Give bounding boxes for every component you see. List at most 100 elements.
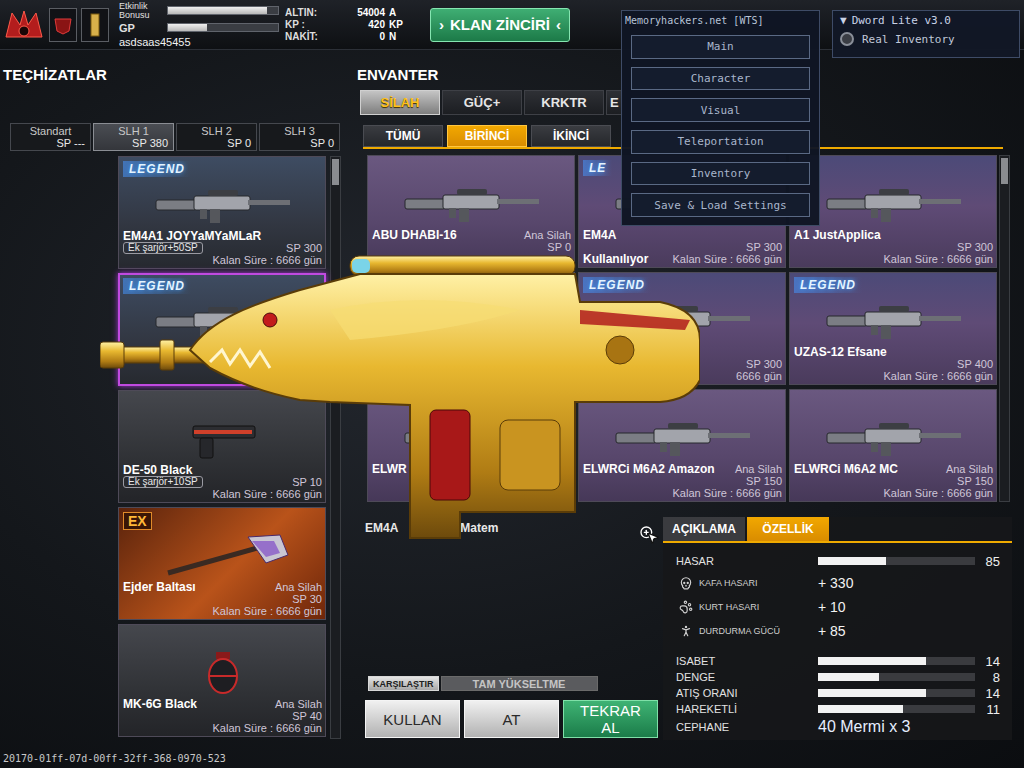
inventory-scrollbar[interactable] — [999, 155, 1010, 502]
item-name-line: ABU DHABI-16Ana Silah — [372, 229, 571, 241]
loadout-tab[interactable]: SLH 2SP 0 — [176, 123, 257, 151]
loadout-tab[interactable]: SLH 3SP 0 — [259, 123, 340, 151]
item-card[interactable]: DE-50 BlackEk şarjör+10SPSP 10Kalan Süre… — [118, 390, 326, 503]
item-card[interactable]: LEGEND — [118, 273, 326, 386]
item-sp-line — [123, 359, 322, 371]
inventory-tab[interactable]: SİLAH — [360, 90, 440, 115]
item-name: DE-50 Black — [123, 464, 192, 476]
selected-item-name: EM4AMatem — [365, 520, 661, 536]
stat-row: DENGE8 — [676, 669, 1000, 685]
weapon-image — [819, 298, 969, 344]
weapon-image — [608, 298, 758, 344]
stat-value: 14 — [975, 654, 1000, 669]
cheat-menu-button[interactable]: Character — [631, 67, 810, 91]
cheat-menu-button[interactable]: Visual — [631, 98, 810, 122]
item-time-line — [372, 253, 571, 265]
game-logo-icon — [4, 7, 44, 43]
stat-value: + 10 — [818, 599, 1000, 615]
loadout-tab[interactable]: StandartSP --- — [10, 123, 91, 151]
action-button[interactable]: AT — [464, 700, 559, 738]
item-time-line: KullanılıyorKalan Süre : 6666 gün — [583, 253, 782, 265]
item-time-line: Kalan Süre : 6666 gün — [583, 487, 782, 499]
item-sp: SP 150 — [957, 475, 993, 487]
cheat-menu-button[interactable]: Main — [631, 35, 810, 59]
item-time: Kalan Süre : 6666 gün — [884, 253, 993, 265]
clan-chain-button[interactable]: ›KLAN ZİNCİRİ‹ — [430, 8, 570, 42]
item-time-line: Kalan Süre : 6666 gün — [794, 253, 993, 265]
item-name-line: Ejder BaltasıAna Silah — [123, 581, 322, 593]
bonus-meter — [167, 6, 279, 15]
item-card[interactable]: LEGENDEM4A1 JOYYaMYaMLaREk şarjör+50SPSP… — [118, 156, 326, 269]
chevron-left-icon: › — [439, 16, 444, 33]
item-card[interactable]: MK-6G BlackAna SilahSP 40Kalan Süre : 66… — [118, 624, 326, 737]
dword-option[interactable]: Real Inventory — [840, 32, 1012, 46]
item-name: ELWRCi M6A2 MC — [794, 463, 898, 475]
inventory-tab[interactable]: GÜÇ+ — [442, 90, 522, 115]
item-card[interactable] — [367, 272, 575, 385]
item-card[interactable]: A1 JustApplicaSP 300Kalan Süre : 6666 gü… — [789, 155, 997, 268]
zoom-button[interactable] — [639, 525, 655, 541]
action-buttons: KULLANATTEKRAR AL — [365, 700, 661, 738]
loadout-tab-label: SLH 2 — [182, 125, 251, 137]
toggle-dot[interactable] — [840, 32, 854, 46]
item-tag: Ek şarjör+50SP — [123, 242, 203, 254]
scroll-thumb[interactable] — [332, 159, 339, 185]
bonus-label: Etkinlik Bonusu — [119, 2, 165, 20]
small-button[interactable]: KARŞILAŞTIR — [368, 676, 439, 691]
stat-label: ISABET — [676, 655, 818, 667]
equipment-scrollbar[interactable] — [330, 156, 341, 739]
gp-meter — [167, 23, 279, 32]
stat-label: HASAR — [676, 555, 818, 567]
item-sp: SP 150 — [746, 475, 782, 487]
inventory-tab[interactable]: KRKTR — [524, 90, 604, 115]
gp-meter-fill — [168, 24, 207, 31]
stat-icon — [679, 576, 693, 590]
weapon-image — [397, 298, 547, 344]
cheat-menu-button[interactable]: Teleportation — [631, 130, 810, 154]
stats-list: HASAR85KAFA HASARI+ 330KURT HASARI+ 10DU… — [663, 543, 1012, 737]
item-sp: SP 300 — [957, 241, 993, 253]
stats-tab[interactable]: ÖZELLİK — [747, 517, 829, 541]
item-image — [372, 295, 571, 346]
action-button[interactable]: KULLAN — [365, 700, 460, 738]
dword-header[interactable]: ▼Dword Lite v3.0 — [840, 14, 1012, 27]
clan-emblem-tile[interactable] — [49, 8, 77, 42]
item-time-line: 6666 gün — [583, 370, 782, 382]
stat-bar — [818, 689, 975, 697]
rank-tile[interactable] — [81, 8, 109, 42]
small-button[interactable]: TAM YÜKSELTME — [441, 676, 598, 691]
item-card[interactable]: EXEjder BaltasıAna SilahSP 30Kalan Süre … — [118, 507, 326, 620]
item-name-line: EM4A — [583, 229, 782, 241]
weapon-slot-tab[interactable]: TÜMÜ — [363, 125, 443, 147]
item-sp: SP 10 — [292, 476, 322, 488]
item-card[interactable]: ELWRCi M6A2 MCAna SilahSP 150Kalan Süre … — [789, 389, 997, 502]
item-sp-line: SP 300 — [794, 241, 993, 253]
stats-tab[interactable]: AÇIKLAMA — [663, 517, 745, 541]
item-name-line: ELWRCi M6A2 MCAna Silah — [794, 463, 993, 475]
item-card[interactable]: ELWR — [367, 389, 575, 502]
item-card[interactable]: LEGENDUZAS-12 EfsaneSP 400Kalan Süre : 6… — [789, 272, 997, 385]
dword-panel: ▼Dword Lite v3.0 Real Inventory — [832, 10, 1020, 58]
cheat-menu-button[interactable]: Save & Load Settings — [631, 193, 810, 217]
cheat-menu-button[interactable]: Inventory — [631, 162, 810, 186]
rarity-badge: LEGEND — [123, 278, 191, 294]
item-card[interactable]: ELWRCi M6A2 AmazonAna SilahSP 150Kalan S… — [578, 389, 786, 502]
stat-bonus-row: DURDURMA GÜCÜ+ 85 — [676, 619, 1000, 643]
stat-bar-fill — [818, 557, 886, 565]
cheat-menu: Memoryhackers.net [WTS] Main Character Visu… — [621, 10, 820, 226]
weapon-slot-tab[interactable]: İKİNCİ — [531, 125, 611, 147]
item-sp-line: Ek şarjör+10SPSP 10 — [123, 476, 322, 488]
item-type: Ana Silah — [524, 229, 571, 241]
item-card[interactable]: LEGENDSP 3006666 gün — [578, 272, 786, 385]
item-name-line: UZAS-12 Efsane — [794, 346, 993, 358]
details-area: EM4AMatemKARŞILAŞTIRTAM YÜKSELTMEKULLANA… — [357, 505, 1024, 740]
weapon-slot-tab[interactable]: BİRİNCİ — [447, 125, 527, 147]
loadout-tab[interactable]: SLH 1SP 380 — [93, 123, 174, 151]
cheat-menu-title: Memoryhackers.net [WTS] — [625, 14, 810, 27]
action-button[interactable]: TEKRAR AL — [563, 700, 658, 738]
item-status: Kullanılıyor — [583, 253, 648, 265]
stat-bar-fill — [818, 673, 879, 681]
item-sp-line: SP 300 — [583, 358, 782, 370]
scroll-thumb[interactable] — [1001, 158, 1008, 184]
item-card[interactable]: ABU DHABI-16Ana SilahSP 0 — [367, 155, 575, 268]
